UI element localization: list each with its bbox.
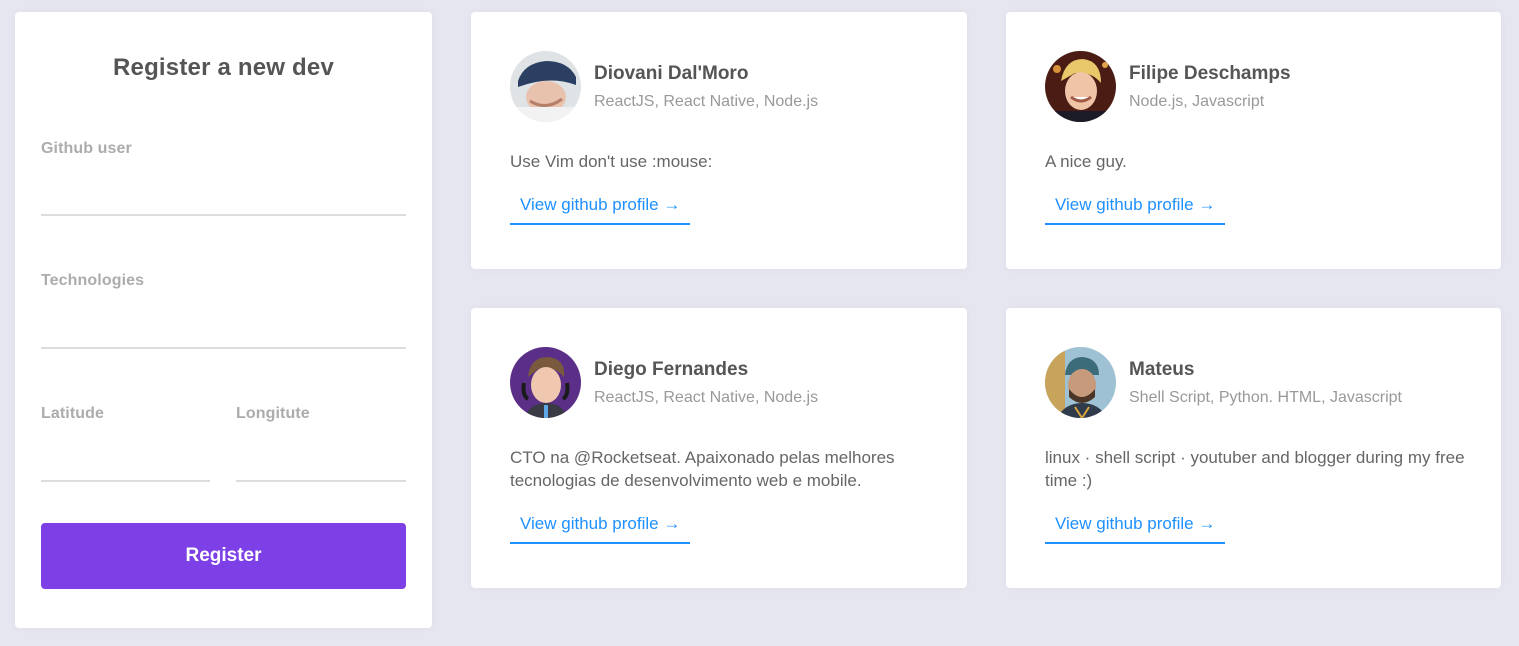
dev-card-header: Mateus Shell Script, Python. HTML, Javas…	[1045, 347, 1402, 418]
avatar	[510, 347, 581, 418]
user-info: Diovani Dal'Moro ReactJS, React Native, …	[594, 63, 818, 111]
avatar	[1045, 347, 1116, 418]
app: Register a new dev Github user Technolog…	[0, 0, 1519, 646]
technologies-label: Technologies	[41, 272, 145, 289]
github-profile-link[interactable]: View github profile →	[1045, 514, 1226, 544]
dev-techs: ReactJS, React Native, Node.js	[594, 92, 819, 110]
register-form-panel: Register a new dev Github user Technolog…	[15, 12, 432, 628]
longitude-input[interactable]	[236, 452, 406, 482]
latitude-field: Latitude	[41, 405, 210, 485]
technologies-input[interactable]	[41, 319, 406, 349]
longitude-label: Longitute	[236, 405, 310, 422]
dev-name: Mateus	[1129, 358, 1195, 380]
dev-bio: A nice guy.	[1045, 152, 1127, 171]
dev-card: Diego Fernandes ReactJS, React Native, N…	[471, 308, 967, 588]
github-user-field: Github user	[41, 140, 406, 220]
avatar	[1045, 51, 1116, 122]
github-profile-link[interactable]: View github profile →	[510, 514, 691, 544]
dev-bio: Use Vim don't use :mouse:	[510, 152, 713, 171]
register-button[interactable]: Register	[41, 523, 406, 589]
latitude-label: Latitude	[41, 405, 105, 422]
avatar	[510, 51, 581, 122]
dev-card: Filipe Deschamps Node.js, Javascript A n…	[1006, 12, 1501, 269]
technologies-field: Technologies	[41, 272, 406, 352]
form-title: Register a new dev	[112, 54, 335, 81]
dev-techs: Node.js, Javascript	[1129, 92, 1265, 110]
latitude-input[interactable]	[41, 452, 210, 482]
dev-card-header: Filipe Deschamps Node.js, Javascript	[1045, 51, 1291, 122]
github-profile-link[interactable]: View github profile →	[510, 195, 691, 225]
github-user-input[interactable]	[41, 186, 406, 216]
dev-bio: CTO na @Rocketseat. Apaixonado pelas mel…	[510, 448, 895, 490]
user-info: Mateus Shell Script, Python. HTML, Javas…	[1129, 359, 1402, 407]
dev-card-header: Diovani Dal'Moro ReactJS, React Native, …	[510, 51, 818, 122]
dev-name: Filipe Deschamps	[1129, 62, 1291, 84]
user-info: Diego Fernandes ReactJS, React Native, N…	[594, 359, 818, 407]
dev-card: Mateus Shell Script, Python. HTML, Javas…	[1006, 308, 1501, 588]
dev-card: Diovani Dal'Moro ReactJS, React Native, …	[471, 12, 967, 269]
dev-techs: Shell Script, Python. HTML, Javascript	[1129, 388, 1402, 406]
dev-name: Diego Fernandes	[594, 358, 749, 380]
dev-techs: ReactJS, React Native, Node.js	[594, 388, 819, 406]
user-info: Filipe Deschamps Node.js, Javascript	[1129, 63, 1291, 111]
longitude-field: Longitute	[236, 405, 406, 485]
dev-bio: linux · shell script · youtuber and blog…	[1045, 448, 1465, 490]
dev-name: Diovani Dal'Moro	[594, 62, 749, 84]
github-profile-link[interactable]: View github profile →	[1045, 195, 1226, 225]
dev-card-header: Diego Fernandes ReactJS, React Native, N…	[510, 347, 818, 418]
github-user-label: Github user	[41, 140, 132, 157]
